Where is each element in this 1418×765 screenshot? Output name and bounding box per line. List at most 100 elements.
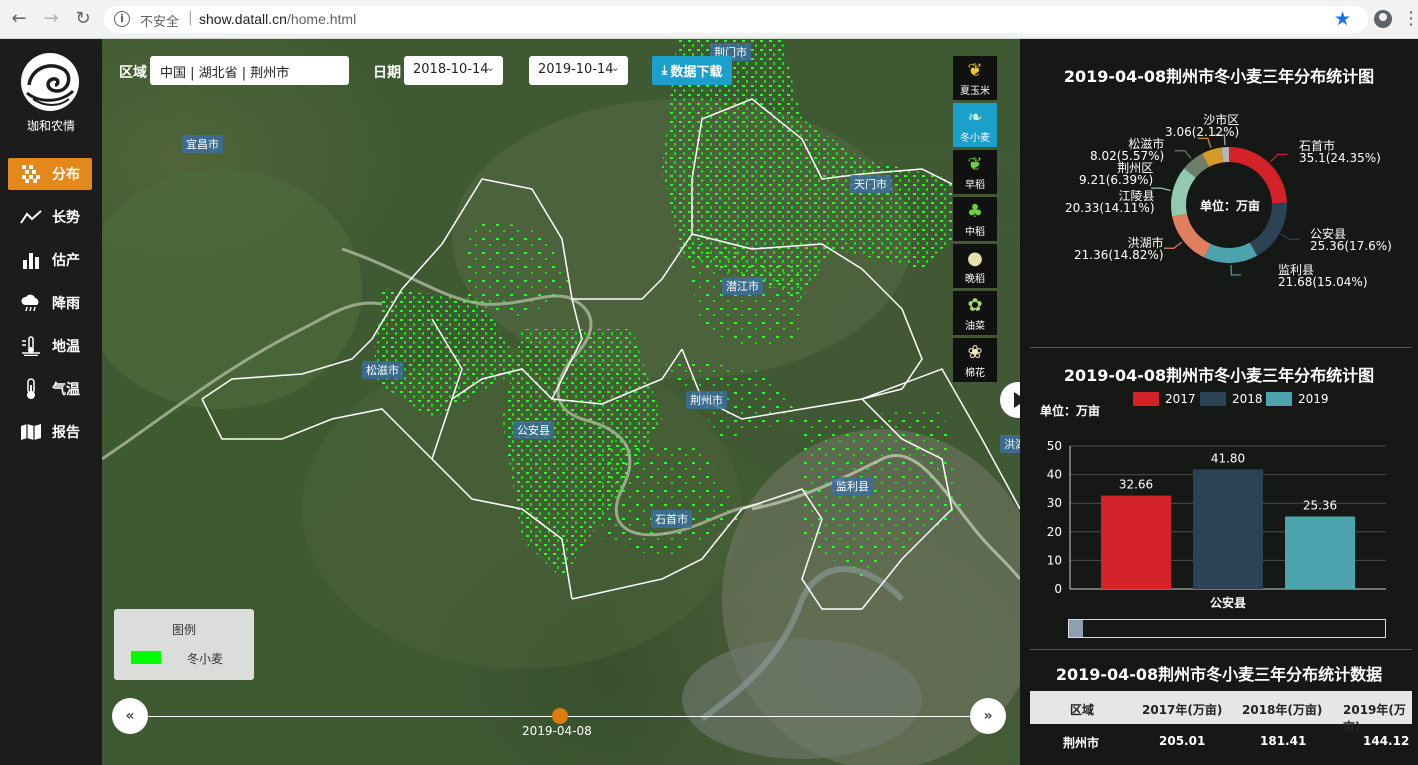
table-row[interactable]: 荆州市 205.01 181.41 144.12 bbox=[1030, 724, 1412, 757]
donut-label-gongan: 公安县 25.36(17.6%) bbox=[1310, 227, 1392, 253]
bar-2019[interactable] bbox=[1285, 516, 1355, 589]
map-label-jingzhou: 荆州市 bbox=[686, 391, 727, 409]
legend-2019[interactable]: 2019 bbox=[1266, 392, 1329, 406]
profile-icon[interactable] bbox=[1374, 10, 1392, 28]
date-label: 日期 bbox=[373, 65, 401, 81]
bar-2017[interactable] bbox=[1101, 495, 1171, 589]
crop-button-cotton[interactable]: ❀ 棉花 bbox=[953, 338, 997, 382]
map-label-tianmen: 天门市 bbox=[850, 175, 891, 193]
bookmark-star-icon[interactable]: ★ bbox=[1334, 8, 1351, 30]
menu-item-growth[interactable]: 长势 bbox=[8, 201, 92, 233]
legend-2018[interactable]: 2018 bbox=[1200, 392, 1263, 406]
crop-button-summer-corn[interactable]: ❦ 夏玉米 bbox=[953, 56, 997, 100]
download-icon: ⤓ bbox=[661, 63, 668, 78]
y-tick-label: 30 bbox=[1047, 496, 1062, 510]
menu-label: 估产 bbox=[52, 253, 80, 269]
table-header-cell: 2017年(万亩) bbox=[1142, 703, 1223, 717]
corn-icon: ❦ bbox=[967, 60, 983, 81]
donut-slice[interactable] bbox=[1229, 147, 1287, 204]
map-report-icon bbox=[16, 423, 46, 441]
legend-swatch bbox=[1200, 392, 1226, 406]
menu-item-yield[interactable]: 估产 bbox=[8, 244, 92, 276]
donut-slice[interactable] bbox=[1204, 242, 1258, 263]
menu-item-distribution[interactable]: 分布 bbox=[8, 158, 92, 190]
legend-swatch bbox=[1266, 392, 1292, 406]
crop-label: 棉花 bbox=[965, 368, 985, 379]
cotton-icon: ❀ bbox=[967, 342, 983, 363]
legend-label: 2019 bbox=[1298, 392, 1329, 406]
info-icon[interactable]: i bbox=[114, 11, 130, 27]
crop-label: 冬小麦 bbox=[960, 133, 990, 144]
legend-label: 2017 bbox=[1165, 392, 1196, 406]
crop-button-mid-rice[interactable]: ♣ 中稻 bbox=[953, 197, 997, 241]
y-tick-label: 0 bbox=[1054, 582, 1062, 596]
chevron-down-icon: ⌄ bbox=[485, 61, 495, 74]
end-date-select[interactable]: 2019-10-14 ⌄ bbox=[529, 56, 628, 85]
menu-item-report[interactable]: 报告 bbox=[8, 416, 92, 448]
map-label-qianjiang: 潜江市 bbox=[722, 277, 763, 295]
url-text[interactable]: show.datall.cn/home.html bbox=[199, 11, 356, 27]
menu-kebab-icon[interactable]: ⋮ bbox=[1402, 8, 1418, 30]
ground-temp-icon bbox=[16, 336, 46, 356]
table-header-cell: 2018年(万亩) bbox=[1242, 703, 1323, 717]
region-input[interactable]: 中国 | 湖北省 | 荆州市 bbox=[150, 56, 349, 85]
donut-slice[interactable] bbox=[1171, 168, 1196, 217]
crop-label: 中稻 bbox=[965, 227, 985, 238]
donut-leader-line bbox=[1197, 137, 1212, 149]
legend-label: 2018 bbox=[1232, 392, 1263, 406]
forward-icon[interactable]: → bbox=[40, 8, 62, 30]
chart-scroll-bar[interactable] bbox=[1068, 619, 1386, 638]
crop-label: 油菜 bbox=[965, 321, 985, 332]
legend-2017[interactable]: 2017 bbox=[1133, 392, 1196, 406]
download-button[interactable]: ⤓ 数据下载 bbox=[652, 56, 732, 85]
scroll-handle[interactable] bbox=[1069, 620, 1083, 637]
bar-2018[interactable] bbox=[1193, 469, 1263, 589]
crop-button-rapeseed[interactable]: ✿ 油菜 bbox=[953, 291, 997, 335]
menu-item-soil-temp[interactable]: 地温 bbox=[8, 330, 92, 362]
map-label-yichang: 宜昌市 bbox=[182, 135, 223, 153]
x-category-label: 公安县 bbox=[1210, 595, 1246, 610]
back-icon[interactable]: ← bbox=[8, 8, 30, 30]
bar-value-label: 25.36 bbox=[1303, 498, 1337, 512]
thermometer-icon bbox=[16, 378, 46, 400]
region-label: 区域 bbox=[119, 65, 147, 81]
url-path: /home.html bbox=[286, 11, 357, 27]
donut-slice[interactable] bbox=[1172, 213, 1211, 258]
table-cell: 205.01 bbox=[1159, 734, 1206, 748]
timeline-handle[interactable] bbox=[552, 708, 568, 724]
donut-leader-line bbox=[1230, 264, 1242, 276]
app-logo bbox=[21, 53, 79, 111]
menu-item-air-temp[interactable]: 气温 bbox=[8, 373, 92, 405]
bar-chart-unit: 单位：万亩 bbox=[1040, 404, 1101, 418]
address-bar[interactable]: i 不安全 | show.datall.cn/home.html bbox=[104, 6, 1368, 33]
table-cell: 144.12 bbox=[1363, 734, 1410, 748]
crop-button-winter-wheat[interactable]: ❧ 冬小麦 bbox=[953, 103, 997, 147]
start-date-select[interactable]: 2018-10-14 ⌄ bbox=[404, 56, 503, 85]
y-tick-label: 20 bbox=[1047, 525, 1062, 539]
satellite-map[interactable]: 荆门市 宜昌市 天门市 潜江市 松滋市 荆州市 公安县 监利县 石首市 洪湖 区… bbox=[102, 39, 1020, 765]
menu-label: 分布 bbox=[52, 167, 80, 183]
donut-label-shishou: 石首市 35.1(24.35%) bbox=[1299, 139, 1381, 165]
chevron-down-icon: ⌄ bbox=[610, 61, 620, 74]
map-label-honghu: 洪湖 bbox=[1000, 435, 1020, 453]
crop-button-early-rice[interactable]: ❦ 早稻 bbox=[953, 150, 997, 194]
bar-value-label: 41.80 bbox=[1211, 451, 1245, 465]
start-date-value: 2018-10-14 bbox=[413, 62, 489, 77]
rewind-button[interactable]: « bbox=[112, 698, 148, 734]
menu-item-rainfall[interactable]: 降雨 bbox=[8, 287, 92, 319]
wheat-icon: ❧ bbox=[967, 107, 983, 128]
reload-icon[interactable]: ↻ bbox=[72, 8, 94, 30]
rice-seedling-icon: ❦ bbox=[967, 154, 983, 175]
bar-chart-icon bbox=[16, 251, 46, 269]
donut-center-unit: 单位：万亩 bbox=[1200, 199, 1261, 213]
browser-toolbar: ← → ↻ i 不安全 | show.datall.cn/home.html ★… bbox=[0, 0, 1418, 39]
trend-line-icon bbox=[16, 209, 46, 225]
crop-button-late-rice[interactable]: ● 晚稻 bbox=[953, 244, 997, 288]
donut-leader-line bbox=[1174, 150, 1192, 159]
menu-label: 长势 bbox=[52, 210, 80, 226]
map-label-jianli: 监利县 bbox=[832, 477, 873, 495]
map-label-gongan: 公安县 bbox=[513, 421, 554, 439]
table-header: 区域 2017年(万亩) 2018年(万亩) 2019年(万亩) bbox=[1030, 691, 1412, 734]
timeline-date: 2019-04-08 bbox=[522, 724, 592, 738]
fast-forward-button[interactable]: » bbox=[970, 698, 1006, 734]
